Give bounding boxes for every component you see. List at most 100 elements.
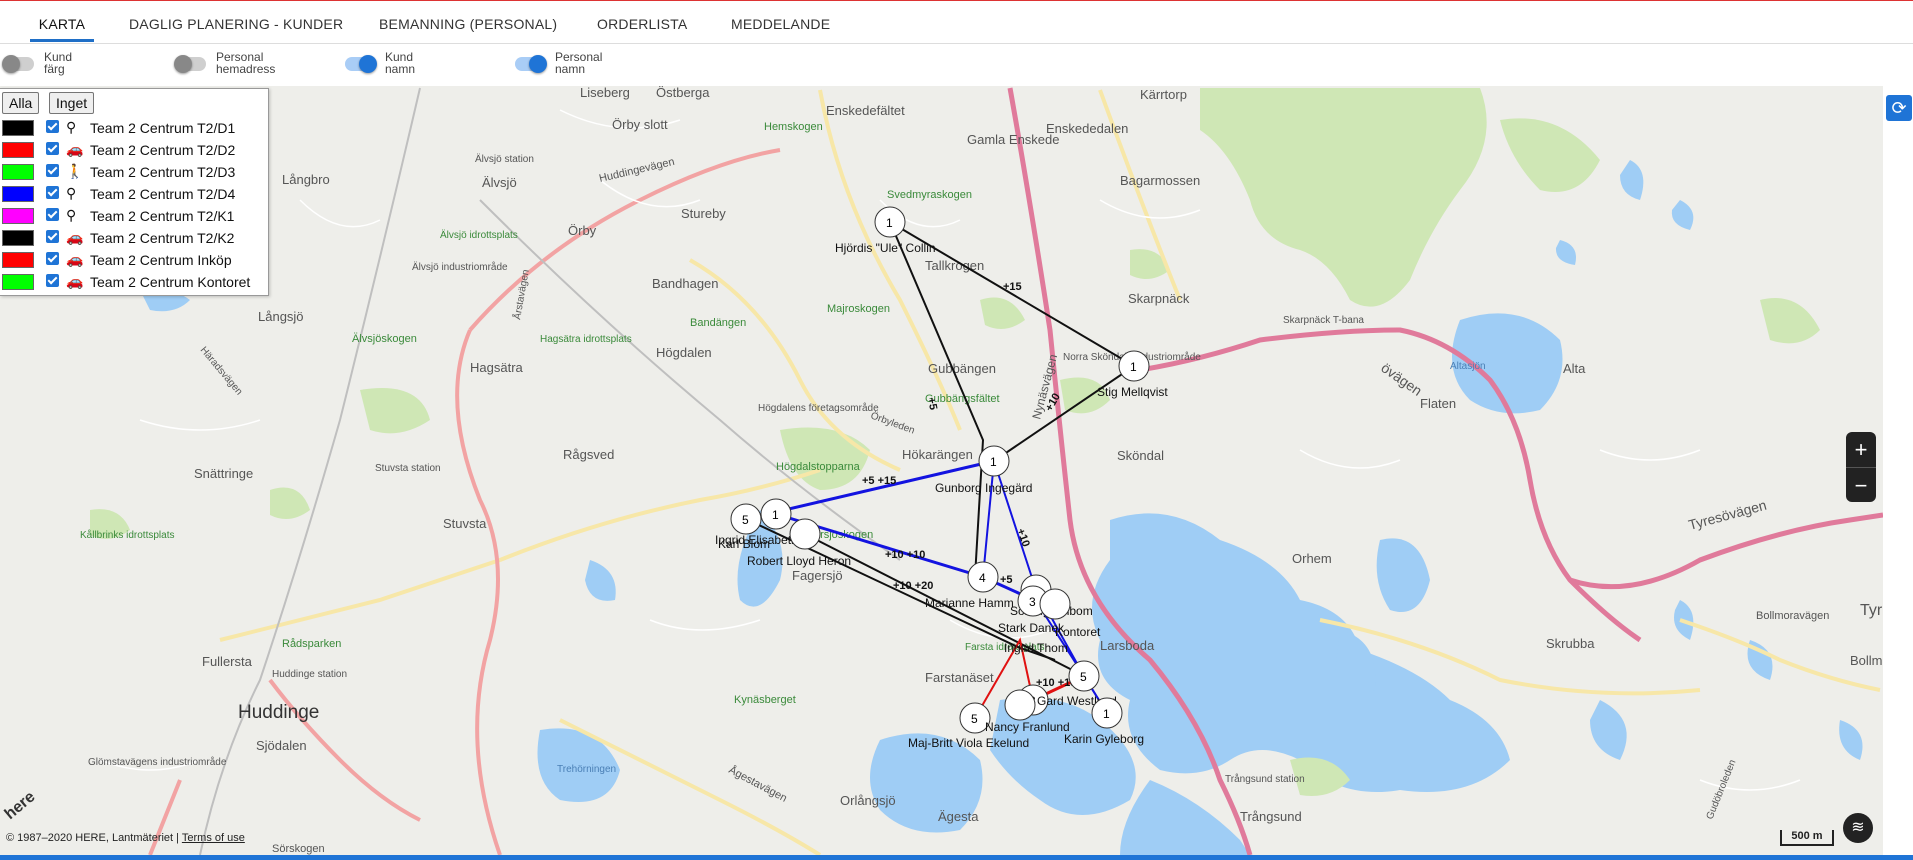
tab-daglig-planering[interactable]: DAGLIG PLANERING - KUNDER <box>129 1 343 41</box>
toggle-switch[interactable] <box>2 55 34 73</box>
team-color-swatch <box>2 142 34 158</box>
zoom-out-button[interactable]: − <box>1846 467 1876 503</box>
place-label: Larsboda <box>1100 638 1155 653</box>
car-icon: 🚗 <box>66 229 84 245</box>
zoom-in-button[interactable]: + <box>1846 432 1876 467</box>
legend-row: ⚲ Team 2 Centrum T2/D4 <box>2 184 267 204</box>
team-checkbox[interactable] <box>46 186 59 199</box>
place-label: Bandhagen <box>652 276 719 291</box>
place-label: Enskededalen <box>1046 121 1128 136</box>
tab-bemanning[interactable]: BEMANNING (PERSONAL) <box>379 1 557 41</box>
svg-text:1: 1 <box>772 508 779 522</box>
team-color-swatch <box>2 164 34 180</box>
tab-orderlista[interactable]: ORDERLISTA <box>597 1 687 41</box>
route-label: +5 <box>1000 574 1013 586</box>
toggle-label: hemadress <box>216 62 276 76</box>
place-label: Högdalens företagsområde <box>758 402 879 414</box>
place-label: Ägesta <box>938 809 979 824</box>
place-label: Älvsjö <box>482 175 517 190</box>
place-label: Alta <box>1563 361 1586 376</box>
svg-text:4: 4 <box>979 571 986 585</box>
place-label: Hemskogen <box>764 121 823 133</box>
car-icon: 🚗 <box>66 141 84 157</box>
bicycle-icon: ⚲ <box>66 207 77 223</box>
team-name: Team 2 Centrum T2/D2 <box>90 142 236 158</box>
route-label: +10 +10 <box>885 549 925 561</box>
place-label: Hökarängen <box>902 447 973 462</box>
bicycle-icon: ⚲ <box>66 185 77 201</box>
place-label: Enskedefältet <box>826 103 905 118</box>
svg-text:Kontoret: Kontoret <box>1055 625 1101 639</box>
team-checkbox[interactable] <box>46 274 59 287</box>
route-label: +10 <box>1014 527 1032 549</box>
bicycle-icon: ⚲ <box>66 119 77 135</box>
copyright-label: © 1987–2020 HERE, Lantmäteriet | <box>6 832 182 844</box>
place-label: Skarpnäck T-bana <box>1283 315 1364 326</box>
layers-icon[interactable]: ≋ <box>1843 813 1873 843</box>
place-label: Trångsund <box>1240 809 1302 824</box>
place-label: Stureby <box>681 206 726 221</box>
team-checkbox[interactable] <box>46 164 59 177</box>
svg-text:1: 1 <box>990 455 997 469</box>
team-checkbox[interactable] <box>46 230 59 243</box>
svg-text:5: 5 <box>742 513 749 527</box>
legend-row: 🚶 Team 2 Centrum T2/D3 <box>2 162 267 182</box>
place-label: Östberga <box>656 86 710 100</box>
place-label: Högdalen <box>656 345 712 360</box>
team-color-swatch <box>2 274 34 290</box>
scale-bar: 500 m <box>1780 830 1834 846</box>
place-label: Trehörningen <box>557 764 616 775</box>
bottom-accent-bar <box>0 855 1913 860</box>
car-icon: 🚗 <box>66 251 84 267</box>
team-color-swatch <box>2 120 34 136</box>
place-label: Altasjön <box>1450 361 1486 372</box>
place-label: Snättringe <box>194 466 253 481</box>
route-label: +15 <box>1003 281 1022 293</box>
refresh-icon[interactable]: ⟳ <box>1886 95 1912 121</box>
select-none-button[interactable]: Inget <box>49 92 95 114</box>
place-label: Kållbrinks idrottsplats <box>80 529 174 541</box>
legend-row: ⚲ Team 2 Centrum T2/K1 <box>2 206 267 226</box>
right-margin <box>1883 86 1913 855</box>
place-label: Svedmyraskogen <box>887 189 972 201</box>
place-label: Älvsjö station <box>475 153 534 165</box>
place-label: Kynäsberget <box>734 694 796 706</box>
team-checkbox[interactable] <box>46 252 59 265</box>
walk-icon: 🚶 <box>66 163 84 179</box>
team-name: Team 2 Centrum T2/K2 <box>90 230 235 246</box>
place-label: Skrubba <box>1546 636 1595 651</box>
select-all-button[interactable]: Alla <box>2 92 40 114</box>
place-label: Fullersta <box>202 654 253 669</box>
place-label: Långbro <box>282 172 330 187</box>
customer-marker[interactable]: 1 Hjördis "Ule" Collin <box>835 206 936 255</box>
place-label: övägen <box>1378 359 1425 398</box>
place-label: Bollmoravägen <box>1756 610 1829 622</box>
place-label: Skarpnäck <box>1128 291 1190 306</box>
toggle-switch[interactable] <box>345 55 377 73</box>
place-label: Flaten <box>1420 396 1456 411</box>
place-label: Bandängen <box>690 317 746 329</box>
team-checkbox[interactable] <box>46 142 59 155</box>
team-checkbox[interactable] <box>46 120 59 133</box>
team-color-swatch <box>2 208 34 224</box>
toggle-switch[interactable] <box>174 55 206 73</box>
legend-row: 🚗 Team 2 Centrum T2/D2 <box>2 140 267 160</box>
toggle-switch[interactable] <box>515 55 547 73</box>
terms-of-use-link[interactable]: Terms of use <box>182 832 245 844</box>
svg-text:Gunborg Ingegärd: Gunborg Ingegärd <box>935 481 1032 495</box>
team-color-swatch <box>2 252 34 268</box>
team-name: Team 2 Centrum Kontoret <box>90 274 251 290</box>
place-label: Hagsätra idrottsplats <box>540 334 632 345</box>
place-label: Högdalstopparna <box>776 461 861 473</box>
tab-karta[interactable]: KARTA <box>30 1 94 42</box>
map-canvas[interactable]: Liseberg Östberga Enskedefältet Gamla En… <box>0 86 1883 855</box>
tab-meddelande[interactable]: MEDDELANDE <box>731 1 830 41</box>
toggle-label: namn <box>385 62 416 76</box>
place-label: Farstanäset <box>925 670 994 685</box>
place-label: Orhem <box>1292 551 1332 566</box>
svg-text:Robert Lloyd Heron: Robert Lloyd Heron <box>747 554 851 568</box>
place-label: Älvsjö industriområde <box>412 261 508 273</box>
toggle-label: färg <box>44 62 65 76</box>
team-checkbox[interactable] <box>46 208 59 221</box>
legend-row: 🚗 Team 2 Centrum Inköp <box>2 250 267 270</box>
